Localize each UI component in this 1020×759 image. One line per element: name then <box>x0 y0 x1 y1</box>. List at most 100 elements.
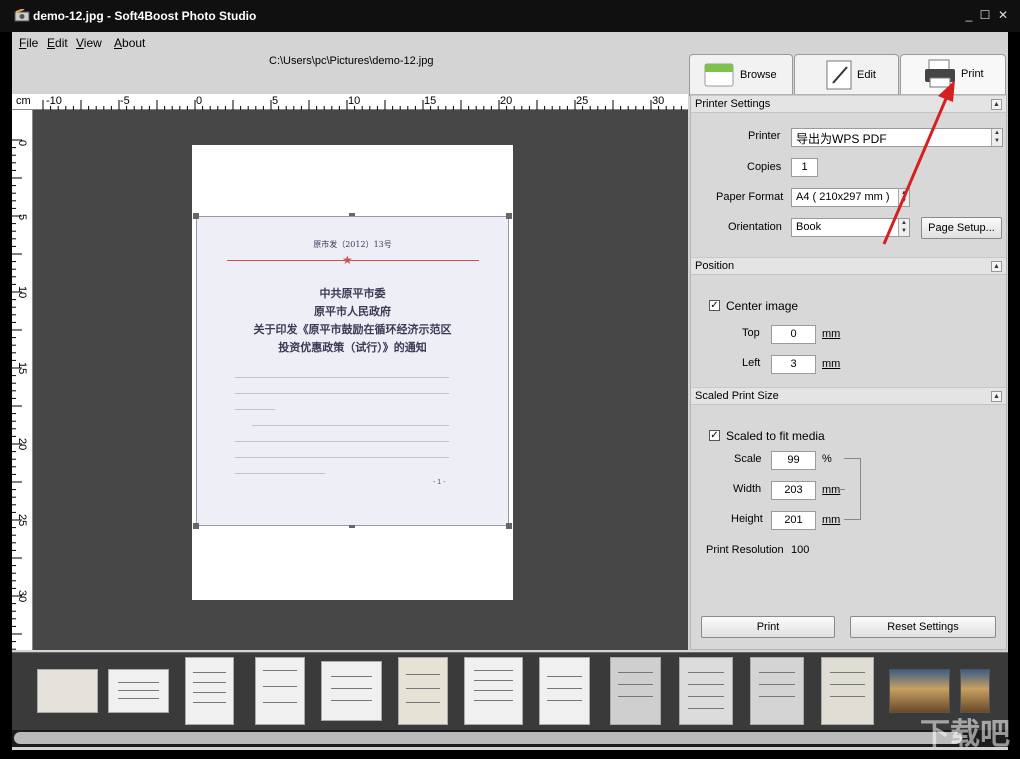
tab-print[interactable]: Print <box>900 54 1006 98</box>
scrollbar-thumb[interactable] <box>14 732 962 744</box>
minimize-button[interactable]: _ <box>962 8 976 22</box>
document-image[interactable]: 原市发（2012）13号 ★ 中共原平市委 原平市人民政府 关于印发《原平市鼓励… <box>196 216 509 526</box>
tab-edit-label: Edit <box>857 69 876 81</box>
ruler-label: 5 <box>16 214 28 221</box>
ruler-label: 30 <box>652 95 665 107</box>
aspect-lock-bracket[interactable] <box>844 458 861 520</box>
printer-settings-header[interactable]: Printer Settings ▲ <box>691 95 1006 113</box>
maximize-button[interactable]: ☐ <box>978 8 992 22</box>
width-input[interactable]: 203 <box>771 481 816 500</box>
dropdown-arrow-icon: ▲ ▼ <box>991 129 1002 146</box>
print-resolution-label: Print Resolution <box>706 544 784 556</box>
ruler-label: 10 <box>16 286 28 299</box>
thumbnail[interactable] <box>37 669 98 713</box>
document-text-line <box>235 473 325 474</box>
menu-edit[interactable]: Edit <box>47 36 68 50</box>
tab-edit[interactable]: Edit <box>794 54 899 96</box>
main-window: File Edit View About C:\Users\pc\Picture… <box>12 32 1008 750</box>
scale-input[interactable]: 99 <box>771 451 816 470</box>
thumbnail[interactable] <box>108 669 169 713</box>
document-title-line: 投资优惠政策（试行）》的通知 <box>278 341 427 354</box>
print-settings-panel: Printer Settings ▲ Printer 导出为WPS PDF ▲ ▼… <box>690 94 1007 650</box>
orientation-value: Book <box>796 221 822 233</box>
thumbnail[interactable] <box>185 657 234 725</box>
thumbnail[interactable] <box>464 657 523 725</box>
height-label: Height <box>731 513 763 525</box>
vertical-ruler: 0 5 10 15 20 25 30 <box>12 110 33 650</box>
resize-handle[interactable] <box>349 213 355 216</box>
center-image-checkbox[interactable]: ✓ <box>709 300 720 311</box>
tab-print-label: Print <box>961 68 984 80</box>
menu-about[interactable]: About <box>114 36 145 50</box>
height-input[interactable]: 201 <box>771 511 816 530</box>
orientation-select[interactable]: Book ▲ ▼ <box>791 218 910 237</box>
browse-icon <box>704 63 734 87</box>
tab-browse[interactable]: Browse <box>689 54 793 96</box>
thumbnail[interactable] <box>255 657 305 725</box>
document-text-line <box>235 457 449 458</box>
resize-handle[interactable] <box>193 213 199 219</box>
paper-format-select[interactable]: A4 ( 210x297 mm ) ▲ ▼ <box>791 188 910 207</box>
thumbnail[interactable] <box>679 657 733 725</box>
ruler-label: 0 <box>196 95 203 107</box>
left-unit: mm <box>822 358 841 370</box>
dropdown-arrow-icon: ▲ ▼ <box>898 189 909 206</box>
thumbnail-scrollbar[interactable] <box>12 730 1008 747</box>
ruler-label: -5 <box>120 95 130 107</box>
resize-handle[interactable] <box>193 523 199 529</box>
thumbnail[interactable] <box>821 657 874 725</box>
printer-label: Printer <box>748 130 781 142</box>
document-red-line <box>227 260 479 261</box>
thumbnail[interactable] <box>750 657 804 725</box>
file-path: C:\Users\pc\Pictures\demo-12.jpg <box>269 55 434 67</box>
collapse-up-icon[interactable]: ▲ <box>991 391 1002 402</box>
printer-icon <box>925 59 955 88</box>
document-title-line: 原平市人民政府 <box>314 305 391 318</box>
print-button[interactable]: Print <box>701 616 835 638</box>
print-resolution-value: 100 <box>791 544 810 556</box>
ruler-unit: cm <box>16 95 31 107</box>
left-label: Left <box>742 357 761 369</box>
scaled-print-size-header[interactable]: Scaled Print Size ▲ <box>691 387 1006 405</box>
copies-input[interactable]: 1 <box>791 158 818 177</box>
menu-view[interactable]: View <box>76 36 102 50</box>
left-input[interactable]: 3 <box>771 355 816 374</box>
ruler-label: 10 <box>348 95 361 107</box>
thumbnail[interactable] <box>321 661 382 721</box>
thumbnail-strip <box>12 652 1008 730</box>
document-text-line <box>235 409 275 410</box>
center-image-label: Center image <box>726 299 799 313</box>
thumbnail[interactable] <box>610 657 661 725</box>
thumbnail[interactable] <box>960 669 990 713</box>
scaled-print-size-title: Scaled Print Size <box>695 390 779 402</box>
thumbnail[interactable] <box>889 669 950 713</box>
dropdown-arrow-icon: ▲ ▼ <box>898 219 909 236</box>
resize-handle[interactable] <box>506 213 512 219</box>
printer-select[interactable]: 导出为WPS PDF ▲ ▼ <box>791 128 1003 147</box>
thumbnail[interactable] <box>539 657 590 725</box>
collapse-up-icon[interactable]: ▲ <box>991 261 1002 272</box>
scaled-to-fit-checkbox[interactable]: ✓ <box>709 430 720 441</box>
position-header[interactable]: Position ▲ <box>691 257 1006 275</box>
resize-handle[interactable] <box>506 523 512 529</box>
close-button[interactable]: ✕ <box>996 8 1010 22</box>
width-unit: mm <box>822 484 841 496</box>
page-setup-button[interactable]: Page Setup... <box>921 217 1002 239</box>
width-label: Width <box>733 483 762 495</box>
top-unit: mm <box>822 328 841 340</box>
menu-file[interactable]: File <box>19 36 38 50</box>
top-input[interactable]: 0 <box>771 325 816 344</box>
ruler-label: 15 <box>424 95 437 107</box>
document-text-line <box>235 393 449 394</box>
resize-handle[interactable] <box>349 525 355 528</box>
collapse-up-icon[interactable]: ▲ <box>991 99 1002 110</box>
reset-settings-button[interactable]: Reset Settings <box>850 616 996 638</box>
scale-label: Scale <box>734 453 762 465</box>
document-star: ★ <box>342 253 353 267</box>
document-ref: 原市发（2012）13号 <box>313 240 392 249</box>
thumbnail[interactable] <box>398 657 448 725</box>
watermark: 下载吧 <box>920 717 1010 752</box>
height-unit: mm <box>822 514 841 526</box>
ruler-label: 15 <box>16 362 28 375</box>
printer-settings-title: Printer Settings <box>695 98 771 110</box>
